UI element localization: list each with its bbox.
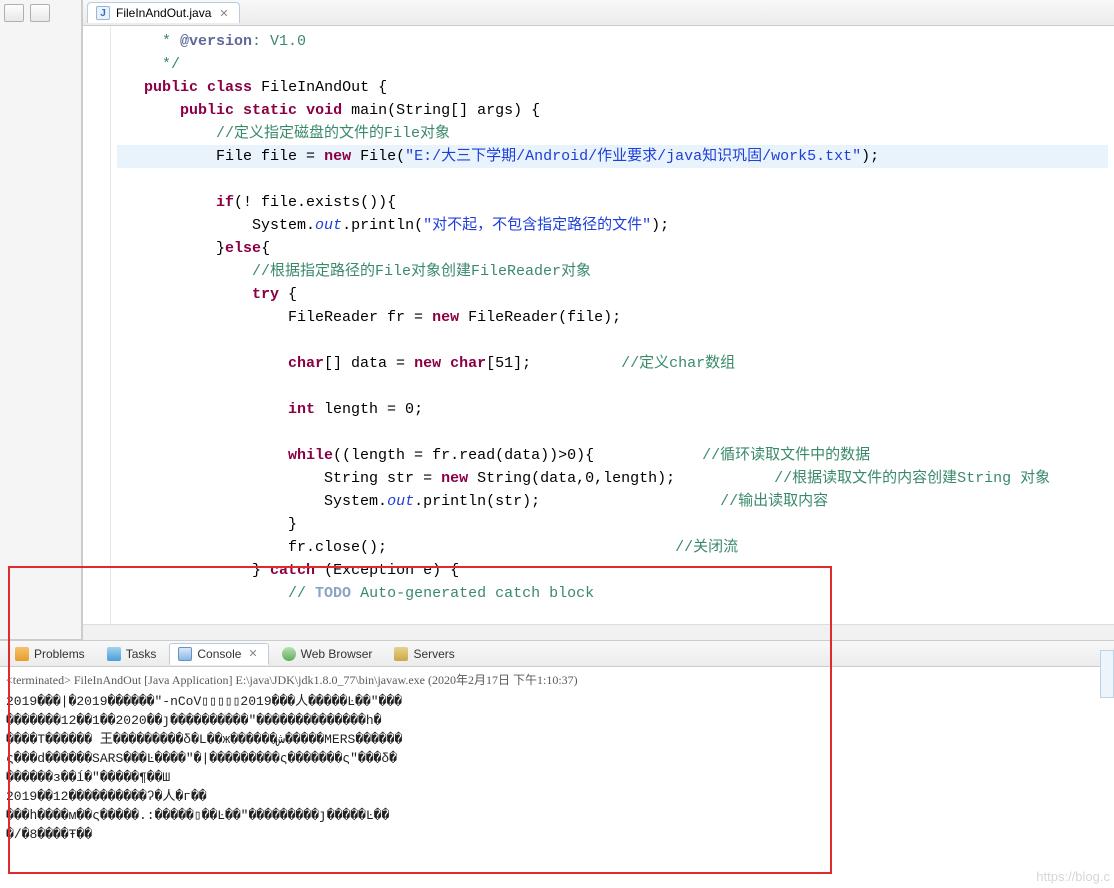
- code-area[interactable]: * @version: V1.0 */ public class FileInA…: [111, 26, 1114, 624]
- editor-horizontal-scrollbar[interactable]: [83, 624, 1114, 640]
- editor-tab-label: FileInAndOut.java: [116, 6, 211, 20]
- watermark: https://blog.c: [1036, 869, 1110, 884]
- java-file-icon: J: [96, 6, 110, 20]
- console-line: ���հ����м��ς�����.:�����▯��Ŀ��"���������…: [6, 806, 1108, 825]
- console-output[interactable]: <terminated> FileInAndOut [Java Applicat…: [0, 667, 1114, 888]
- tab-console[interactable]: Console ✕: [169, 643, 268, 665]
- toolbar-button[interactable]: [4, 4, 24, 22]
- close-icon[interactable]: ✕: [246, 647, 259, 660]
- console-line: �/�8����Ŧ��: [6, 825, 1108, 844]
- left-toolbar: [0, 0, 82, 640]
- bottom-panel: Problems Tasks Console ✕ Web Browser Ser…: [0, 640, 1114, 888]
- tab-web-browser[interactable]: Web Browser: [273, 643, 382, 665]
- editor-tabbar: J FileInAndOut.java ✕: [83, 0, 1114, 26]
- editor-tab-fileinandout[interactable]: J FileInAndOut.java ✕: [87, 2, 240, 23]
- globe-icon: [282, 647, 296, 661]
- console-line: ����T������ 王���������δ�L��ж������ش�����…: [6, 730, 1108, 749]
- close-icon[interactable]: ✕: [217, 7, 230, 20]
- bottom-tabbar: Problems Tasks Console ✕ Web Browser Ser…: [0, 641, 1114, 667]
- tab-tasks[interactable]: Tasks: [98, 643, 166, 665]
- tab-servers[interactable]: Servers: [385, 643, 463, 665]
- problems-icon: [15, 647, 29, 661]
- editor-body[interactable]: * @version: V1.0 */ public class FileInA…: [83, 26, 1114, 624]
- panel-toolbar-handle[interactable]: [1100, 650, 1114, 698]
- console-line: �������12��1��2020��ȷ����������"��������…: [6, 711, 1108, 730]
- console-icon: [178, 647, 192, 661]
- console-status-line: <terminated> FileInAndOut [Java Applicat…: [6, 671, 1108, 690]
- toolbar-button[interactable]: [30, 4, 50, 22]
- tasks-icon: [107, 647, 121, 661]
- editor-panel: J FileInAndOut.java ✕ * @version: V1.0 *…: [82, 0, 1114, 640]
- console-line: ������з��ĺ�"�����¶��Ш: [6, 768, 1108, 787]
- console-line: ς���d������SARS���Ŀ����"�|���������ς����…: [6, 749, 1108, 768]
- editor-gutter: [83, 26, 111, 624]
- tab-problems[interactable]: Problems: [6, 643, 94, 665]
- console-line: 2019��12����������ʔ�人�г��: [6, 787, 1108, 806]
- console-line: 2019���|�2019������"-nCoV▯▯▯▯▯2019���人��…: [6, 692, 1108, 711]
- servers-icon: [394, 647, 408, 661]
